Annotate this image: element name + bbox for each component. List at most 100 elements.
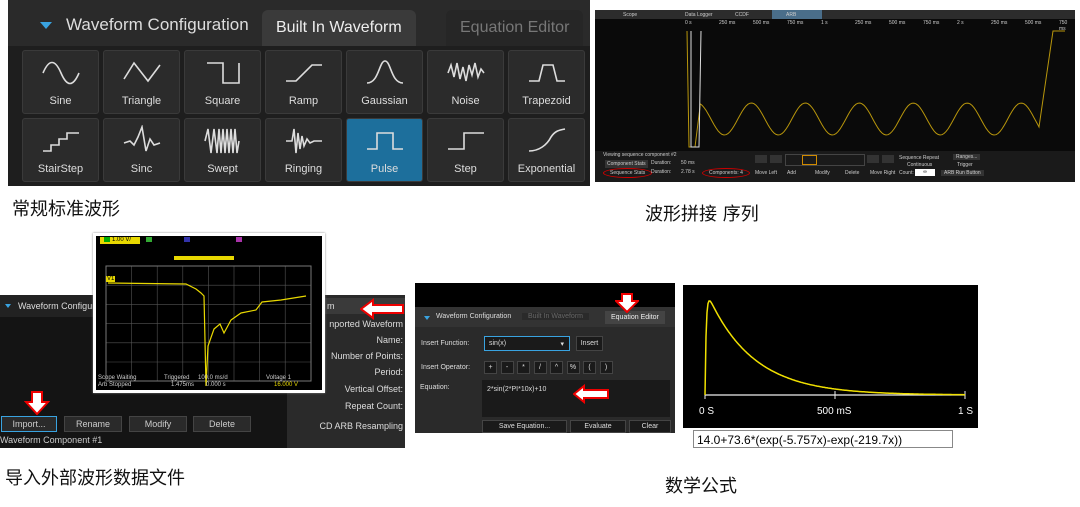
sequence-thumbnail[interactable]: [785, 154, 865, 166]
last-icon[interactable]: [882, 155, 894, 163]
waveform-label: Exponential: [517, 163, 576, 175]
pulse-icon: [367, 132, 403, 150]
collapse-triangle-icon[interactable]: [5, 304, 11, 308]
sequence-stats: Sequence Stats: [603, 168, 653, 178]
insert-button[interactable]: Insert: [576, 336, 603, 351]
time-axis: 0 s 250 ms 500 ms 750 ms 1 s 250 ms 500 ms 750 …: [595, 19, 1075, 32]
waveform-button-triangle[interactable]: Triangle: [103, 50, 180, 114]
waveform-button-sine[interactable]: Sine: [22, 50, 99, 114]
ramp-icon: [286, 64, 322, 82]
time-tick: 250 ms: [719, 20, 736, 26]
add-button[interactable]: Add: [787, 170, 796, 176]
time-tick: 500 ms: [1025, 20, 1042, 26]
tab-ccdf[interactable]: CCDF: [735, 12, 749, 18]
waveform-button-step[interactable]: Step: [427, 118, 504, 182]
waveform-button-noise[interactable]: Noise: [427, 50, 504, 114]
down-arrow-icon: [24, 391, 50, 415]
waveform-button-sinc[interactable]: Sinc: [103, 118, 180, 182]
triangle-wave-icon: [123, 61, 161, 83]
waveform-button-stairstep[interactable]: StairStep: [22, 118, 99, 182]
component-duration: 50 ms: [681, 160, 695, 166]
trapezoid-icon: [529, 64, 565, 82]
components-count: Components: 4: [702, 168, 750, 178]
waveform-button-ringing[interactable]: Ringing: [265, 118, 342, 182]
scope-screenshot: 1.00 V/ V1 Scope Waiting Arb Stopped Tri…: [93, 233, 325, 393]
collapse-triangle-icon[interactable]: [424, 316, 430, 320]
time-scale: 100.0 ms/d: [198, 375, 228, 381]
waveform-label: Step: [454, 163, 477, 175]
waveform-label: Sine: [49, 95, 72, 107]
name-label: Name:: [376, 335, 403, 345]
operator-button[interactable]: +: [484, 361, 497, 374]
viewing-text: Viewing sequence component #2: [603, 152, 677, 158]
waveform-button-square[interactable]: Square: [184, 50, 261, 114]
caption-standard: 常规标准波形: [12, 199, 120, 220]
delete-button[interactable]: Delete: [845, 170, 859, 176]
waveform-button-gaussian[interactable]: Gaussian: [346, 50, 423, 114]
waveform-button-pulse[interactable]: Pulse: [346, 118, 423, 182]
move-left-button[interactable]: Move Left: [755, 170, 777, 176]
waveform-label: Triangle: [121, 95, 162, 107]
operator-button[interactable]: -: [500, 361, 514, 374]
save-equation-button[interactable]: Save Equation...: [482, 420, 567, 433]
trigger-time: 1.475ms: [171, 382, 195, 388]
waveform-button-exponential[interactable]: Exponential: [508, 118, 585, 182]
ranges-button[interactable]: Ranges...: [953, 154, 981, 160]
waveform-label: Swept: [207, 163, 238, 175]
rename-button[interactable]: Rename: [64, 416, 122, 432]
trigger-level: 16.000 V: [274, 382, 299, 388]
resampling-label: CD ARB Resampling: [319, 421, 403, 431]
tab-built-in-waveform[interactable]: Built In Waveform: [522, 313, 589, 320]
v1-marker: V1: [106, 276, 116, 282]
noise-icon: [447, 62, 485, 82]
waveform-button-swept[interactable]: Swept: [184, 118, 261, 182]
panel-title: Waveform Configur: [18, 301, 96, 311]
clear-button[interactable]: Clear: [629, 420, 671, 433]
operator-button[interactable]: *: [517, 361, 530, 374]
modify-button[interactable]: Modify: [129, 416, 187, 432]
count-input[interactable]: ∞: [915, 169, 935, 176]
sequence-waveform: [686, 30, 1065, 148]
move-right-button[interactable]: Move Right: [870, 170, 895, 176]
delete-button[interactable]: Delete: [193, 416, 251, 432]
time-tick: 2 s: [957, 20, 964, 26]
tab-data-logger[interactable]: Data Logger: [685, 12, 713, 18]
time-tick: 750 ms: [923, 20, 940, 26]
waveform-button-ramp[interactable]: Ramp: [265, 50, 342, 114]
continuous-radio[interactable]: Continuous: [907, 162, 932, 168]
operator-button[interactable]: ): [599, 361, 613, 374]
tab-equation-editor[interactable]: Equation Editor: [446, 10, 584, 46]
insert-function-label: Insert Function:: [421, 340, 470, 347]
next-icon[interactable]: [867, 155, 879, 163]
waveform-button-trapezoid[interactable]: Trapezoid: [508, 50, 585, 114]
sine-icon: [42, 61, 80, 85]
vertical-offset-label: Vertical Offset:: [344, 384, 403, 394]
first-icon[interactable]: [755, 155, 767, 163]
step-icon: [448, 132, 484, 150]
operator-button[interactable]: ^: [550, 361, 563, 374]
modify-button[interactable]: Modify: [815, 170, 830, 176]
trigger-source: Voltage 1: [266, 375, 292, 381]
time-tick: 750 ms: [787, 20, 804, 26]
operator-button[interactable]: %: [566, 361, 580, 374]
operator-button[interactable]: /: [533, 361, 547, 374]
waveform-config-header: Waveform Configuration Built In Waveform…: [8, 0, 590, 46]
imported-waveform-label: nported Waveform: [329, 319, 403, 329]
prev-icon[interactable]: [770, 155, 782, 163]
operator-button[interactable]: (: [583, 361, 596, 374]
arb-run-button-select[interactable]: ARB Run Button: [941, 170, 984, 176]
component-stats: Component Stats: [605, 160, 648, 168]
tab-built-in-waveform[interactable]: Built In Waveform: [262, 10, 416, 46]
evaluate-button[interactable]: Evaluate: [570, 420, 626, 433]
components-value: 4: [740, 170, 743, 176]
tab-scope[interactable]: Scope: [623, 12, 637, 18]
tab-arb[interactable]: ARB: [772, 10, 822, 19]
component-label: Waveform Component #1: [0, 435, 103, 445]
waveform-label: Square: [204, 95, 241, 107]
scope-plot: [104, 237, 312, 387]
duration-label: Duration:: [651, 160, 672, 166]
import-button[interactable]: Import...: [1, 416, 57, 432]
function-select[interactable]: sin(x) ▾: [484, 336, 570, 351]
trigger-status: Triggered: [164, 375, 190, 381]
collapse-triangle-icon[interactable]: [40, 22, 52, 29]
